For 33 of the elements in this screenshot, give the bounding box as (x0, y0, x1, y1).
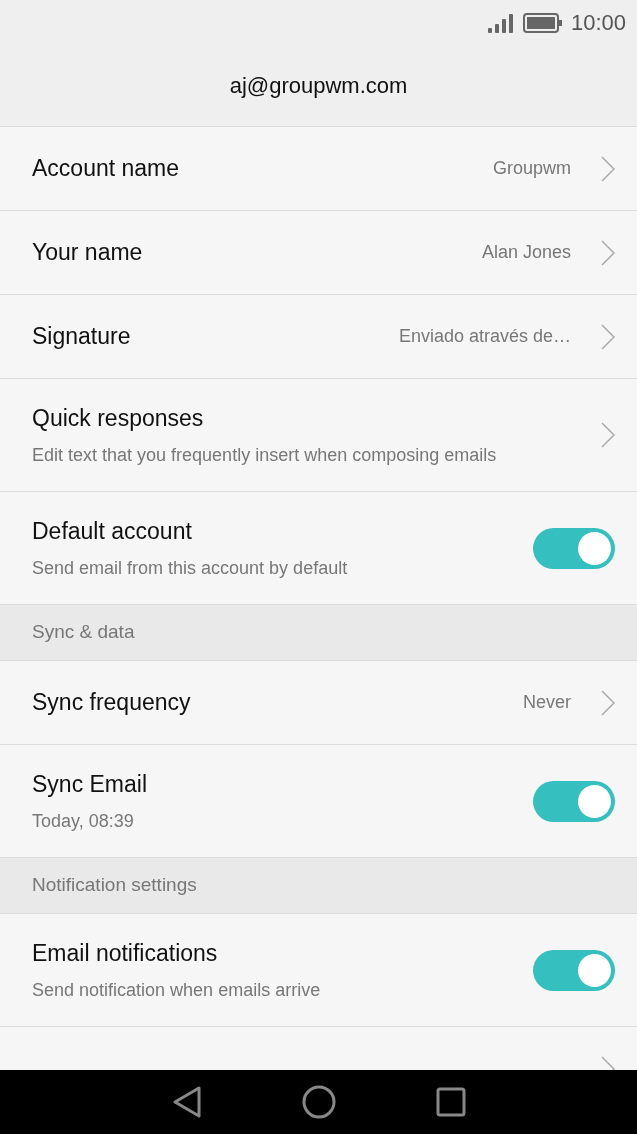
setting-label: Your name (32, 238, 144, 268)
chevron-icon (601, 323, 615, 350)
chevron-icon (601, 155, 615, 182)
toggle-switch[interactable] (533, 527, 615, 569)
setting-value: Never (523, 691, 571, 714)
status-time: 10:00 (570, 9, 626, 37)
setting-label: Email notifications (32, 939, 219, 969)
section-header: Sync & data (32, 620, 135, 645)
setting-label: Sync frequency (32, 688, 192, 718)
battery-icon (522, 12, 563, 33)
setting-value: Alan Jones (481, 241, 571, 264)
setting-label: Account name (32, 154, 181, 184)
setting-label: Default account (32, 517, 193, 547)
setting-summary: Edit text that you frequently insert when composing emails (32, 443, 498, 467)
toggle-switch[interactable] (533, 949, 615, 991)
setting-summary: Today, 08:39 (32, 809, 135, 833)
toggle-switch[interactable] (533, 780, 615, 822)
setting-label: Quick responses (32, 404, 205, 434)
signal-icon (487, 12, 515, 33)
chevron-icon (601, 689, 615, 716)
setting-summary: Send email from this account by default (32, 556, 349, 580)
setting-summary: Send notification when emails arrive (32, 978, 322, 1002)
chevron-icon (601, 239, 615, 266)
recents-icon[interactable] (435, 1087, 466, 1117)
setting-label: Sync Email (32, 770, 149, 800)
setting-label: Signature (32, 322, 132, 352)
screen-title: aj@groupwm.com (229, 72, 408, 100)
setting-value: Groupwm (492, 157, 571, 180)
section-header: Notification settings (32, 873, 197, 898)
home-icon[interactable] (301, 1085, 336, 1119)
chevron-icon (601, 422, 615, 448)
back-icon[interactable] (171, 1086, 202, 1118)
setting-value: Enviado através de… (398, 325, 571, 348)
